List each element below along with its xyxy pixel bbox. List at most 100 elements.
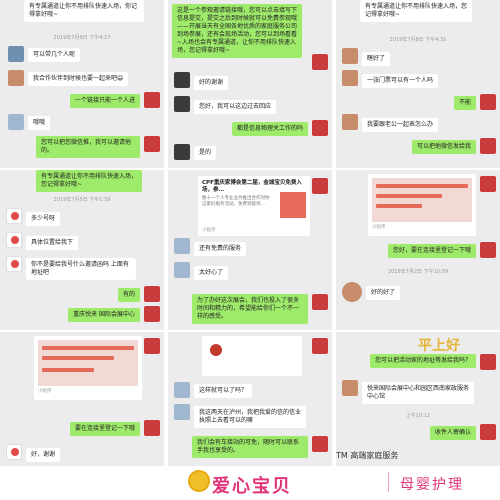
- message-bubble: 可以把他微信发给我: [411, 140, 476, 154]
- timestamp: 2019年7月5日 下午1:59: [53, 197, 111, 203]
- card-thumbnail: [372, 178, 472, 222]
- message-bubble: 你不是要给我号什么邀请函吗 上面有地址吧: [26, 258, 136, 280]
- avatar[interactable]: [480, 242, 496, 258]
- timestamp: 2019年7月8日 下午4:31: [389, 37, 447, 43]
- message-bubble: 您好，要在连接里登记一下哦: [387, 244, 476, 258]
- timestamp: 2019年7月2日 下午10:39: [387, 269, 449, 275]
- brand-logo-icon: [188, 470, 210, 492]
- avatar[interactable]: [144, 306, 160, 322]
- brand-name: 爱心宝贝: [212, 476, 292, 497]
- message-bubble: 我们会有车接站的可免，随时可以联系手我也享受的。: [192, 436, 308, 458]
- brand-subtitle: 母婴护理: [400, 477, 464, 493]
- message-bubble: 有专属通道让你不用排队快速入场，您记得拿好哦~: [36, 170, 142, 192]
- avatar[interactable]: [312, 436, 328, 452]
- avatar[interactable]: [480, 354, 496, 370]
- message-bubble: 具体位置给我下: [26, 236, 79, 250]
- card-source: 小程序: [202, 228, 216, 233]
- message-bubble: 有的: [117, 288, 140, 302]
- shared-card[interactable]: 小程序: [34, 336, 142, 400]
- chat-panel-7: 小程序 要在连接里登记一下哦 好，谢谢: [0, 332, 164, 466]
- chat-panel-2: 这是一个参观邀请链接哦，您可以点击填写下信息提交，提交之后到时候就可以免费参观哦…: [168, 0, 332, 168]
- avatar[interactable]: [342, 48, 358, 64]
- message-bubble: 不能: [453, 96, 476, 110]
- avatar[interactable]: [480, 94, 496, 110]
- avatar[interactable]: [312, 178, 328, 194]
- message-bubble: 多少号呀: [26, 212, 61, 226]
- avatar[interactable]: [6, 208, 22, 224]
- avatar[interactable]: [174, 382, 190, 398]
- message-bubble: 这样就可以了吗？: [194, 384, 253, 398]
- brand-tagline: TM 高端家庭服务: [336, 451, 399, 460]
- avatar[interactable]: [480, 176, 496, 192]
- card-source: 小程序: [38, 389, 52, 394]
- avatar[interactable]: [174, 262, 190, 278]
- avatar[interactable]: [342, 114, 358, 130]
- message-bubble: 您可以把您微信推，我可以邀请他的。: [36, 136, 140, 158]
- avatar[interactable]: [480, 424, 496, 440]
- avatar[interactable]: [312, 294, 328, 310]
- avatar[interactable]: [312, 54, 328, 70]
- avatar[interactable]: [144, 338, 160, 354]
- avatar[interactable]: [8, 46, 24, 62]
- avatar[interactable]: [8, 114, 24, 130]
- message-bubble: 有专属通道让你不用排队快速入场，您记得拿好哦~: [360, 0, 472, 22]
- avatar[interactable]: [480, 138, 496, 154]
- avatar[interactable]: [174, 404, 190, 420]
- message-bubble: 要在连接里登记一下哦: [69, 422, 140, 436]
- message-bubble: 是的: [194, 146, 217, 160]
- avatar[interactable]: [342, 70, 358, 86]
- message-bubble: 好的好了: [366, 286, 401, 300]
- avatar[interactable]: [6, 256, 22, 272]
- chat-panel-1: 有专属通道让你不用排队快速入场，你记得拿好哦~ 2019年7月9日 下午4:17…: [0, 0, 164, 168]
- avatar[interactable]: [144, 286, 160, 302]
- message-bubble: 瞎好了: [362, 52, 391, 66]
- avatar[interactable]: [312, 120, 328, 136]
- message-bubble: 还有免费的服务: [194, 242, 247, 256]
- avatar[interactable]: [174, 238, 190, 254]
- shared-card[interactable]: [202, 336, 302, 376]
- avatar[interactable]: [174, 96, 190, 112]
- message-bubble: 好，谢谢: [26, 448, 61, 462]
- message-bubble: 可以带几个人呢: [28, 48, 81, 62]
- message-bubble: 悦来国际会展中心和园区西南家政服务中心馆: [362, 382, 474, 404]
- message-bubble: 哦哦: [28, 116, 51, 130]
- shared-card[interactable]: 小程序: [368, 174, 476, 236]
- avatar[interactable]: [174, 72, 190, 88]
- divider: [388, 472, 389, 492]
- avatar[interactable]: [8, 70, 24, 86]
- avatar[interactable]: [6, 232, 22, 248]
- message-bubble: 重庆悦来 国际会展中心: [68, 308, 140, 322]
- avatar[interactable]: [144, 136, 160, 152]
- message-bubble: 有专属通道让你不用排队快速入场，你记得拿好哦~: [24, 0, 144, 22]
- chat-panel-6: 小程序 您好，要在连接里登记一下哦 2019年7月2日 下午10:39 好的好了: [336, 170, 500, 330]
- avatar[interactable]: [312, 338, 328, 354]
- chat-collage: 有专属通道让你不用排队快速入场，你记得拿好哦~ 2019年7月9日 下午4:17…: [0, 0, 500, 466]
- message-bubble: 我这两天在泸州，我把我爱的信的信业执照上去看可以的嘛: [194, 406, 306, 428]
- message-bubble: 为了办好这次展会，我们也投入了很多时间和精力的，希望能给你们一个不一样的感受。: [192, 294, 308, 324]
- avatar[interactable]: [144, 92, 160, 108]
- message-bubble: 太好心了: [194, 266, 229, 280]
- avatar[interactable]: [342, 282, 362, 302]
- card-thumbnail: [280, 192, 306, 218]
- card-thumbnail: [38, 340, 138, 386]
- timestamp: 上午10:12: [405, 413, 431, 419]
- chat-panel-3: 有专属通道让你不用排队快速入场，您记得拿好哦~ 2019年7月8日 下午4:31…: [336, 0, 500, 168]
- message-bubble: 一张门票可以有一个人吗: [362, 74, 439, 88]
- avatar[interactable]: [6, 444, 22, 460]
- chat-panel-8: 这样就可以了吗？ 我这两天在泸州，我把我爱的信的信业执照上去看可以的嘛 我们会有…: [168, 332, 332, 466]
- message-bubble: 您好，我可以这边过去回应: [194, 100, 277, 114]
- message-bubble: 我合作伙伴到时候也要一起来吧😄: [28, 72, 129, 86]
- shared-card[interactable]: CPF重庆家博会第二届，金城宝贝免费入场，参… 数十一个人专业业务推出合作对你这…: [198, 176, 310, 236]
- card-source: 小程序: [372, 225, 386, 230]
- chat-panel-4: 有专属通道让你不用排队快速入场，您记得拿好哦~ 2019年7月5日 下午1:59…: [0, 170, 164, 330]
- avatar[interactable]: [342, 380, 358, 396]
- banner-text: 平上好: [418, 338, 460, 354]
- avatar[interactable]: [174, 144, 190, 160]
- message-bubble: 收件人寄确认: [429, 426, 476, 440]
- timestamp: 2019年7月9日 下午4:17: [53, 35, 111, 41]
- message-bubble: 这是一个参观邀请链接哦，您可以点击填写下信息提交，提交之后到时候就可以免费参观哦…: [172, 4, 302, 58]
- avatar[interactable]: [144, 420, 160, 436]
- message-bubble: 好的谢谢: [194, 76, 229, 90]
- card-desc: 数十一个人专业业务推出合作对你这家好服务活动，免费领取领…: [202, 196, 270, 207]
- message-bubble: 一个链接只能一个人进: [69, 94, 140, 108]
